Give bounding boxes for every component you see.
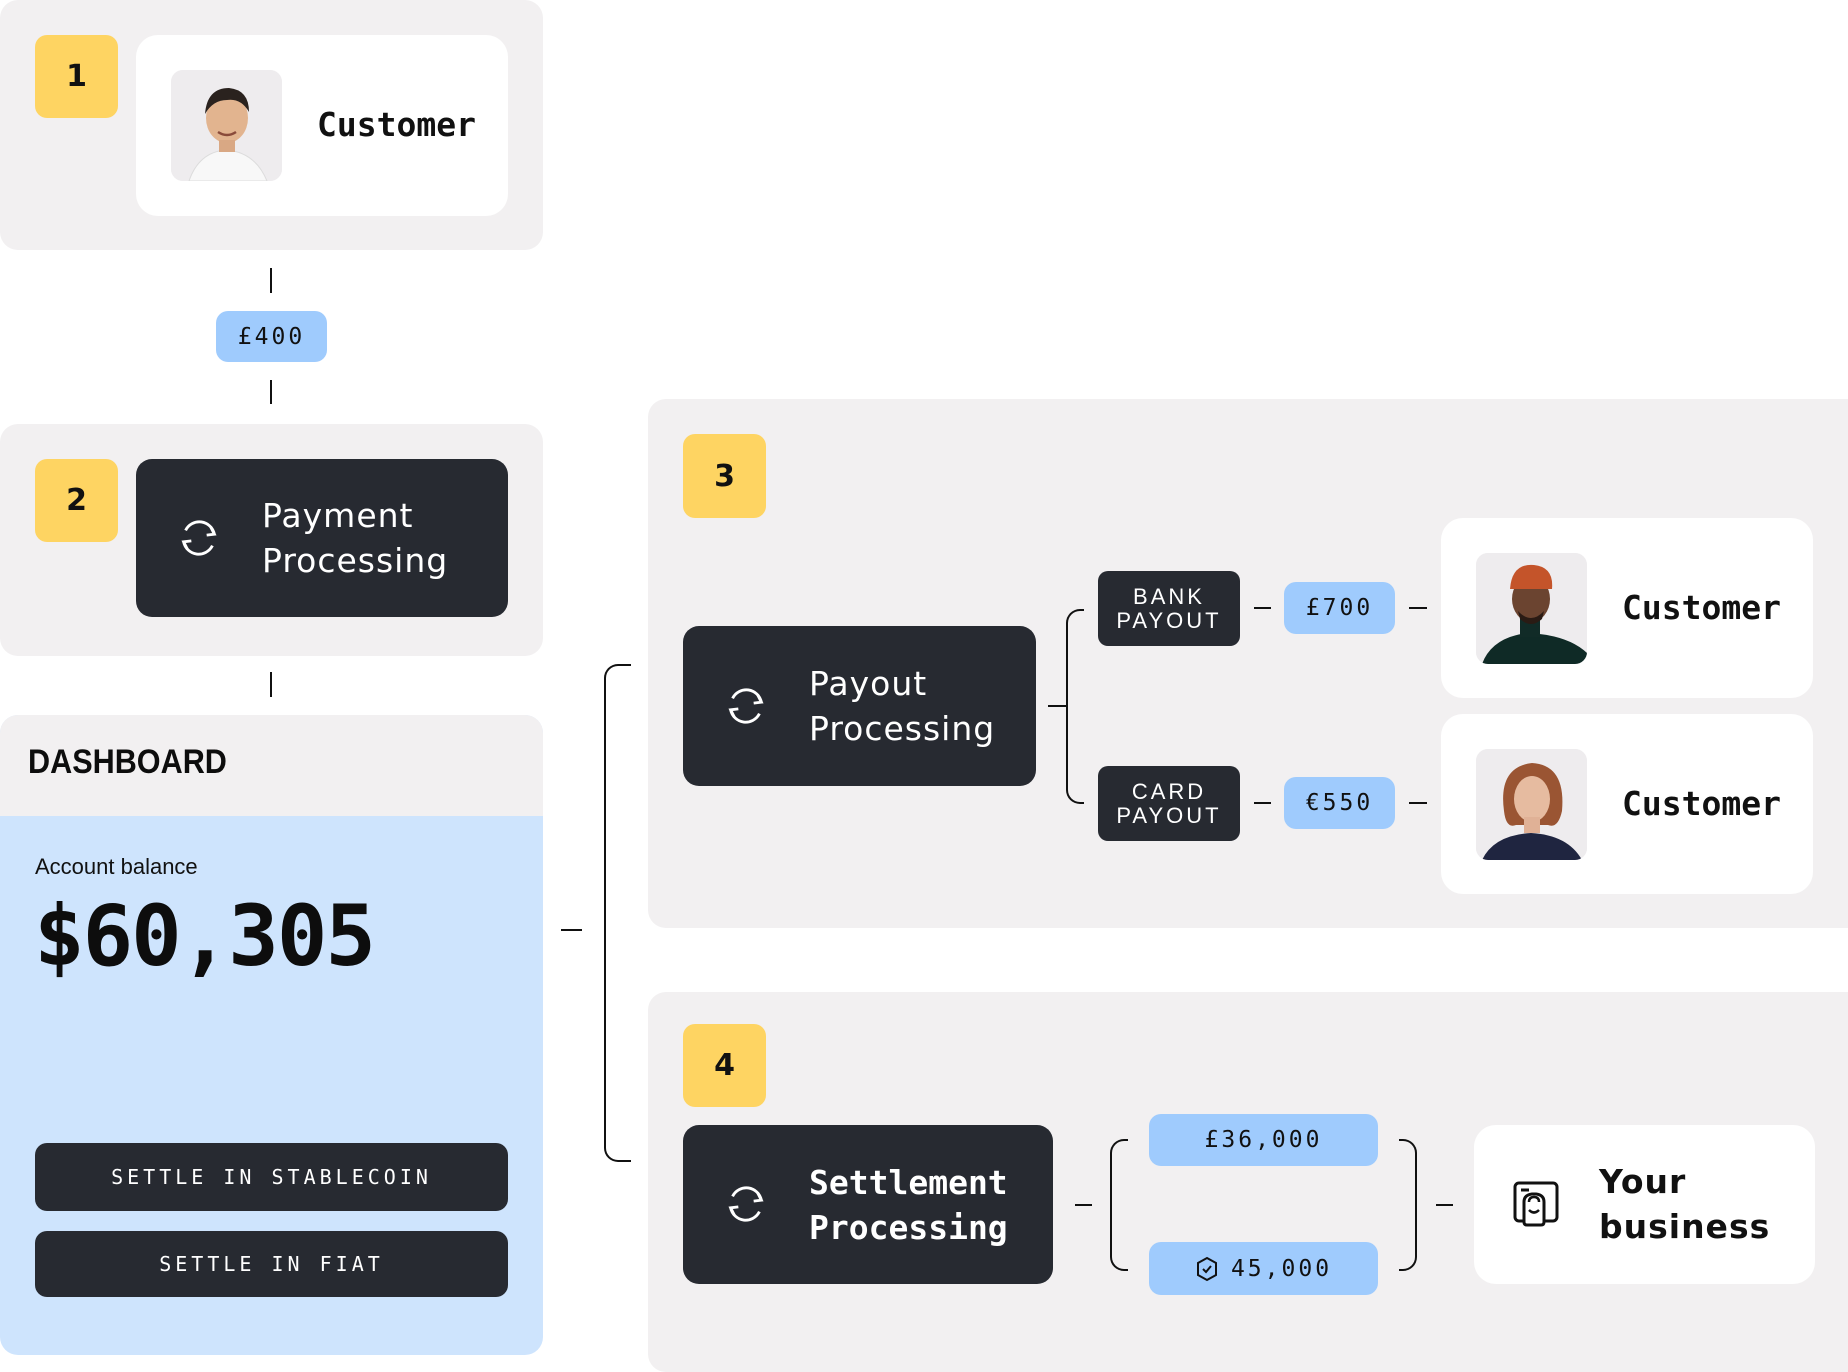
dashboard-title: DASHBOARD: [28, 743, 227, 781]
balance-value: $60,305: [34, 887, 376, 985]
step-1-badge: 1: [35, 35, 118, 118]
shop-bag-icon: [1513, 1181, 1559, 1227]
tag-line: CARD: [1131, 778, 1207, 804]
step-4-badge: 4: [683, 1024, 766, 1107]
tag-line: PAYOUT: [1116, 607, 1222, 633]
hexagon-check-icon: [1196, 1256, 1217, 1281]
tag-line: PAYOUT: [1116, 802, 1222, 828]
refresh-cycle-icon: [181, 520, 217, 556]
customer-card-origin[interactable]: Customer: [136, 35, 508, 216]
customer-label-2: Customer: [1622, 588, 1781, 627]
connector-line: [1409, 607, 1427, 609]
settlement-processing-box[interactable]: Settlement Processing: [683, 1125, 1053, 1284]
settlement-fiat-amount: £36,000: [1149, 1114, 1378, 1166]
label-line: Processing: [262, 541, 449, 580]
stablecoin-amount-text: 45,000: [1230, 1255, 1333, 1282]
settlement-bracket-left: [1110, 1139, 1128, 1271]
payment-amount-chip: £400: [216, 311, 327, 362]
tag-line: BANK: [1133, 583, 1205, 609]
connector-line: [1436, 1204, 1453, 1206]
refresh-cycle-icon: [728, 1186, 764, 1222]
connector-line: [270, 268, 272, 293]
label-line: Payout: [809, 664, 928, 703]
connector-line: [1409, 802, 1427, 804]
bank-payout-tag: BANK PAYOUT: [1098, 571, 1240, 646]
balance-label: Account balance: [35, 854, 198, 879]
label-line: Processing: [809, 709, 996, 748]
dashboard-card: DASHBOARD Account balance $60,305 SETTLE…: [0, 715, 543, 1355]
connector-line: [1048, 705, 1066, 707]
person-photo-icon: [1476, 749, 1587, 860]
person-photo-icon: [171, 70, 282, 181]
customer-avatar-2: [1476, 553, 1587, 664]
your-business-card[interactable]: Your business: [1474, 1125, 1815, 1284]
branch-bracket: [604, 664, 631, 1162]
connector-line: [1254, 802, 1271, 804]
customer-avatar-3: [1476, 749, 1587, 860]
payment-processing-label: Payment Processing: [262, 493, 448, 583]
connector-line: [270, 380, 272, 404]
customer-label-3: Customer: [1622, 784, 1781, 823]
connector-line: [1254, 607, 1271, 609]
label-line: Your: [1599, 1162, 1687, 1201]
label-line: Processing: [809, 1208, 1008, 1247]
customer-label-1: Customer: [317, 105, 476, 144]
payout-processing-label: Payout Processing: [809, 661, 995, 751]
connector-line: [1075, 1204, 1092, 1206]
label-line: business: [1599, 1207, 1771, 1246]
your-business-label: Your business: [1599, 1159, 1770, 1249]
settlement-bracket-right: [1399, 1139, 1417, 1271]
label-line: Settlement: [809, 1163, 1008, 1202]
settlement-processing-label: Settlement Processing: [809, 1160, 1008, 1250]
card-payout-tag: CARD PAYOUT: [1098, 766, 1240, 841]
label-line: Payment: [262, 496, 414, 535]
person-photo-icon: [1476, 553, 1587, 664]
customer-card-bank[interactable]: Customer: [1441, 518, 1813, 698]
connector-line: [270, 672, 272, 697]
connector-line: [561, 929, 582, 931]
customer-avatar-1: [171, 70, 282, 181]
step-3-badge: 3: [683, 434, 766, 518]
refresh-cycle-icon: [728, 688, 764, 724]
settlement-stablecoin-amount: 45,000: [1149, 1242, 1378, 1295]
settle-fiat-button[interactable]: SETTLE IN FIAT: [35, 1231, 508, 1297]
step-2-badge: 2: [35, 459, 118, 542]
bank-payout-amount: £700: [1284, 582, 1395, 634]
payment-processing-box[interactable]: Payment Processing: [136, 459, 508, 617]
customer-card-card[interactable]: Customer: [1441, 714, 1813, 894]
card-payout-amount: €550: [1284, 777, 1395, 829]
payout-bracket: [1066, 609, 1084, 804]
payout-processing-box[interactable]: Payout Processing: [683, 626, 1036, 786]
settle-stablecoin-button[interactable]: SETTLE IN STABLECOIN: [35, 1143, 508, 1211]
